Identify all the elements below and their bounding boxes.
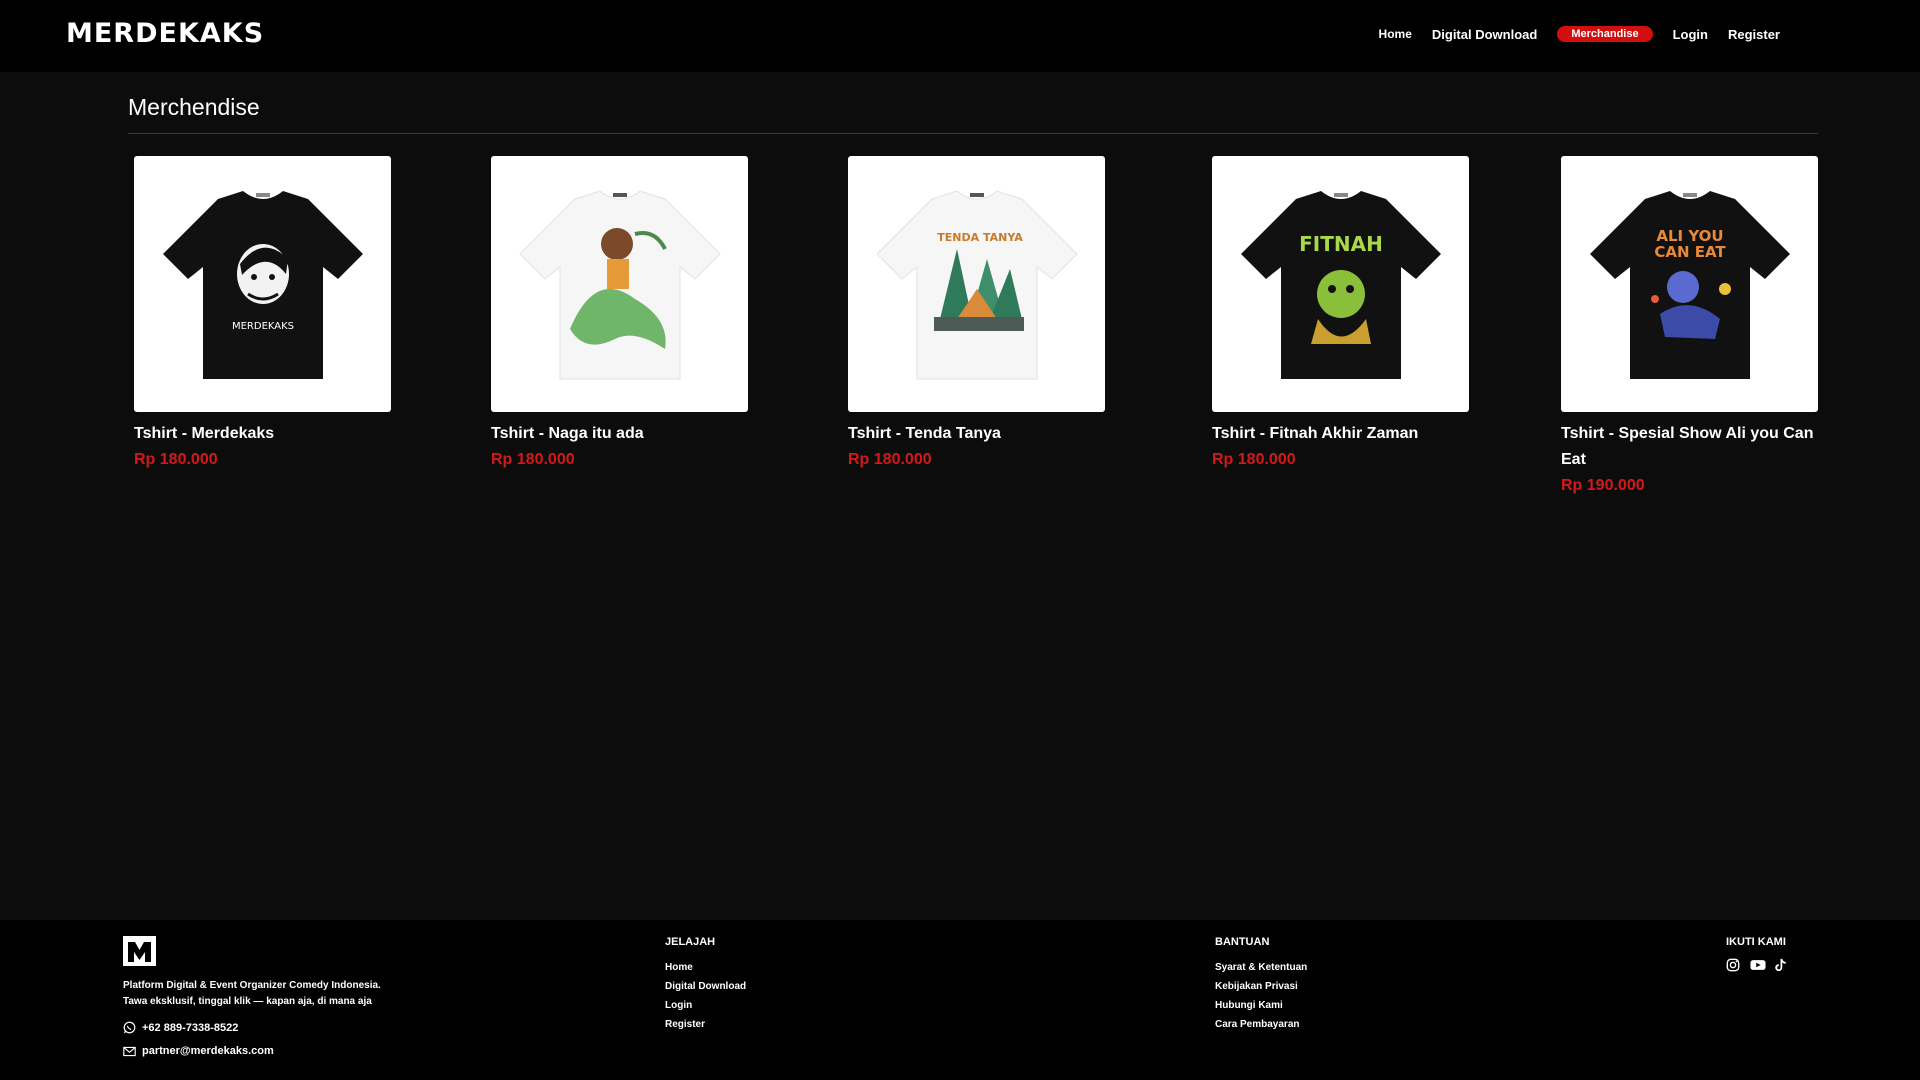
product-name[interactable]: Tshirt - Fitnah Akhir Zaman xyxy=(1212,421,1470,447)
footer-ikuti-title: IKUTI KAMI xyxy=(1726,936,1786,948)
footer-logo-icon[interactable] xyxy=(123,936,156,966)
footer-jelajah-title: JELAJAH xyxy=(665,936,716,948)
brand-logo[interactable]: MERDEKAKS xyxy=(66,17,265,49)
footer-email[interactable]: partner@merdekaks.com xyxy=(123,1045,274,1057)
product-card[interactable]: FITNAH Tshirt - Fitnah Akhir Zaman Rp 18… xyxy=(1212,156,1470,473)
nav-login[interactable]: Login xyxy=(1673,27,1708,42)
title-divider xyxy=(128,133,1818,134)
product-name[interactable]: Tshirt - Tenda Tanya xyxy=(848,421,1106,447)
page-title: Merchendise xyxy=(128,94,260,120)
product-card[interactable]: ALI YOU CAN EAT Tshirt - Spesial Show Al… xyxy=(1561,156,1819,499)
youtube-icon[interactable] xyxy=(1750,958,1766,972)
svg-text:TENDA TANYA: TENDA TANYA xyxy=(937,231,1023,244)
nav-digital-download[interactable]: Digital Download xyxy=(1432,27,1537,42)
nav-register[interactable]: Register xyxy=(1728,27,1780,42)
footer-jelajah: JELAJAH Home Digital Download Login Regi… xyxy=(665,936,746,1034)
whatsapp-icon xyxy=(123,1021,136,1034)
product-price: Rp 180.000 xyxy=(134,451,218,468)
svg-text:MERDEKAKS: MERDEKAKS xyxy=(231,321,293,332)
footer-link-login[interactable]: Login xyxy=(665,996,746,1015)
footer-phone-text: +62 889-7338-8522 xyxy=(142,1021,239,1034)
product-image[interactable] xyxy=(491,156,748,412)
product-price: Rp 190.000 xyxy=(1561,477,1645,494)
footer-email-text: partner@merdekaks.com xyxy=(142,1045,274,1057)
site-footer: Platform Digital & Event Organizer Comed… xyxy=(0,920,1920,1080)
footer-bantuan: BANTUAN Syarat & Ketentuan Kebijakan Pri… xyxy=(1215,936,1307,1034)
product-name[interactable]: Tshirt - Naga itu ada xyxy=(491,421,749,447)
product-image[interactable]: FITNAH xyxy=(1212,156,1469,412)
tshirt-white-image xyxy=(518,190,721,380)
footer-link-terms[interactable]: Syarat & Ketentuan xyxy=(1215,958,1307,977)
instagram-icon[interactable] xyxy=(1726,958,1740,972)
footer-link-home[interactable]: Home xyxy=(665,958,746,977)
product-price: Rp 180.000 xyxy=(1212,451,1296,468)
product-card[interactable]: Tshirt - Naga itu ada Rp 180.000 xyxy=(491,156,749,473)
product-grid: MERDEKAKS Tshirt - Merdekaks Rp 180.000 … xyxy=(0,156,1920,516)
footer-desc-line1: Platform Digital & Event Organizer Comed… xyxy=(123,980,381,991)
product-card[interactable]: TENDA TANYA Tshirt - Tenda Tanya Rp 180.… xyxy=(848,156,1106,473)
footer-link-contact[interactable]: Hubungi Kami xyxy=(1215,996,1307,1015)
footer-ikuti: IKUTI KAMI xyxy=(1726,936,1788,972)
product-card[interactable]: MERDEKAKS Tshirt - Merdekaks Rp 180.000 xyxy=(134,156,392,473)
social-links xyxy=(1726,958,1788,972)
tshirt-black-image: FITNAH xyxy=(1240,191,1441,379)
tiktok-icon[interactable] xyxy=(1774,958,1788,972)
product-image[interactable]: ALI YOU CAN EAT xyxy=(1561,156,1818,412)
main-nav: Home Digital Download Merchandise Login … xyxy=(1379,26,1780,42)
footer-link-digital-download[interactable]: Digital Download xyxy=(665,977,746,996)
footer-link-privacy[interactable]: Kebijakan Privasi xyxy=(1215,977,1307,996)
footer-link-register[interactable]: Register xyxy=(665,1015,746,1034)
nav-merchandise[interactable]: Merchandise xyxy=(1557,26,1653,42)
brand-logo-text: MERDEKAKS xyxy=(66,17,265,49)
mail-icon xyxy=(123,1046,136,1056)
tshirt-white-image: TENDA TANYA xyxy=(875,190,1078,380)
footer-link-payment[interactable]: Cara Pembayaran xyxy=(1215,1015,1307,1034)
footer-description: Platform Digital & Event Organizer Comed… xyxy=(123,978,483,1010)
product-image[interactable]: TENDA TANYA xyxy=(848,156,1105,412)
product-name[interactable]: Tshirt - Spesial Show Ali you Can Eat xyxy=(1561,421,1819,473)
tshirt-black-image: ALI YOU CAN EAT xyxy=(1589,191,1790,379)
footer-phone[interactable]: +62 889-7338-8522 xyxy=(123,1021,238,1034)
nav-home[interactable]: Home xyxy=(1379,27,1412,41)
top-header: MERDEKAKS Home Digital Download Merchand… xyxy=(0,0,1920,72)
product-name[interactable]: Tshirt - Merdekaks xyxy=(134,421,392,447)
product-image[interactable]: MERDEKAKS xyxy=(134,156,391,412)
footer-bantuan-title: BANTUAN xyxy=(1215,936,1270,948)
svg-text:CAN EAT: CAN EAT xyxy=(1654,243,1726,261)
tshirt-black-image: MERDEKAKS xyxy=(162,191,363,379)
product-price: Rp 180.000 xyxy=(491,451,575,468)
footer-desc-line2: Tawa eksklusif, tinggal klik — kapan aja… xyxy=(123,996,372,1007)
svg-text:FITNAH: FITNAH xyxy=(1299,232,1383,256)
product-price: Rp 180.000 xyxy=(848,451,932,468)
